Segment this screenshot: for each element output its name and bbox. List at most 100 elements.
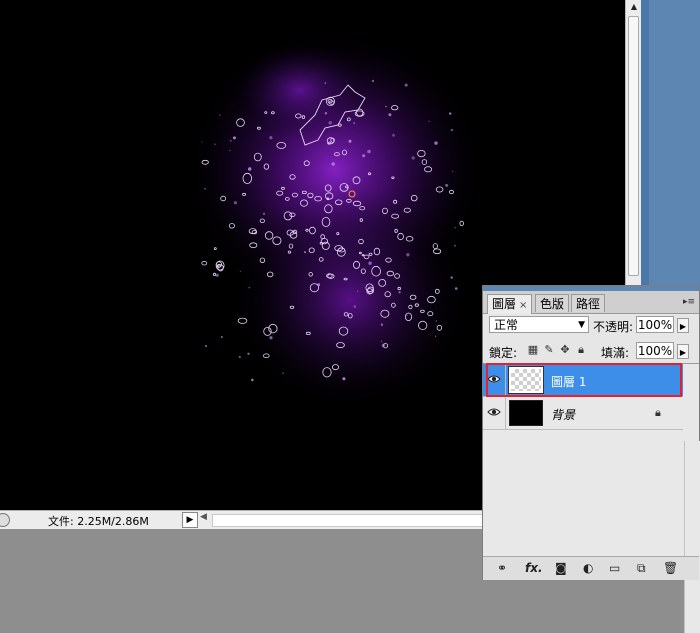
visibility-toggle[interactable] [483,397,506,429]
document-size-info[interactable]: 文件: 2.25M/2.86M [48,513,149,529]
layer-row-background[interactable]: 背景 🔒︎ [483,397,683,430]
sparkle-dot [406,314,408,316]
sparkle-dot [317,283,321,287]
close-icon[interactable]: × [519,300,527,311]
sparkle-outline [212,272,216,276]
sparkle-dot [449,112,452,115]
tab-label: 色版 [540,297,565,311]
panel-bottom-toolbar: ⚭ fx. ◙ ◐ ▭ ⧉ 🗑︎ [483,556,699,580]
fx-icon[interactable]: fx. [525,561,543,575]
blend-mode-select[interactable]: 正常 ▼ [489,316,589,333]
mask-icon[interactable]: ◙ [555,561,567,575]
layers-panel: 圖層 × 色版 路徑 ▸≡ 正常 ▼ 不透明: 100% ▶ 鎖定: ▦ ✎ ✥ … [482,285,700,633]
eye-icon [487,375,501,383]
layer-name[interactable]: 圖層 1 [551,373,586,390]
blend-mode-value: 正常 [494,318,519,332]
sparkle-dot [371,79,375,83]
visibility-toggle[interactable] [483,364,506,396]
lock-image-pixels-icon[interactable]: ✎ [543,343,555,356]
scroll-thumb[interactable] [628,16,639,276]
sparkle-dot [445,184,448,187]
group-folder-icon[interactable]: ▭ [609,561,620,575]
sparkle-dot [220,336,223,338]
layer-thumbnail[interactable] [508,366,544,394]
sparkle-dot [368,261,372,265]
sparkle-dot [353,305,357,308]
opacity-slider-arrow-icon[interactable]: ▶ [677,318,689,333]
tab-channels[interactable]: 色版 [535,294,570,312]
tab-label: 路徑 [576,297,601,311]
sparkle-dot [204,188,206,190]
opacity-label: 不透明: [593,320,634,334]
lock-position-icon[interactable]: ✥ [559,343,571,356]
lock-icon: 🔒︎ [655,406,661,419]
sparkle-dot [356,290,359,292]
status-bar: 文件: 2.25M/2.86M ▶ ◀ [0,510,484,529]
layer-list: 圖層 1 背景 🔒︎ [483,363,700,633]
sparkle-dot [251,378,254,382]
status-menu-arrow-icon[interactable]: ▶ [182,512,198,528]
sparkle-dot [229,139,232,142]
panel-tabs: 圖層 × 色版 路徑 ▸≡ [483,291,699,314]
blend-row: 正常 ▼ 不透明: 100% ▶ [483,314,699,338]
layer-name[interactable]: 背景 [551,406,575,423]
sparkle-dot [454,227,456,229]
layer-list-scrollbar[interactable] [684,441,700,633]
sparkle-dot [214,143,216,145]
sparkle-dot [331,162,335,166]
sparkle-dot [328,121,332,125]
sparkle-dot [304,251,306,254]
tab-paths[interactable]: 路徑 [571,294,606,312]
sparkle-dot [367,149,371,154]
sparkle-dot [342,377,346,381]
scroll-up-icon[interactable]: ▲ [626,0,642,14]
opacity-field[interactable]: 100% [636,316,674,333]
sparkle-dot [232,136,236,140]
workspace-background [649,0,700,290]
trash-icon[interactable]: 🗑︎ [663,561,678,575]
sparkle-dot [215,273,219,277]
sparkle-dot [282,372,284,374]
sparkle-dot [348,139,352,143]
layer-row-1[interactable]: 圖層 1 [483,364,683,397]
link-icon[interactable]: ⚭ [497,561,507,575]
sparkle-dot [406,253,410,257]
sparkle-dot [450,128,454,132]
fill-slider-arrow-icon[interactable]: ▶ [677,344,689,359]
sparkle-dot [385,105,387,108]
panel-menu-icon[interactable]: ▸≡ [683,297,695,307]
sparkle-dot [453,244,456,247]
lock-all-icon[interactable]: 🔒︎ [575,343,587,356]
sparkle-dot [380,323,384,326]
new-layer-icon[interactable]: ⧉ [637,561,646,575]
sparkle-dot [380,340,383,342]
sparkle-dot [454,287,458,290]
sparkle-dot [269,336,273,340]
fill-label: 填滿: [601,346,630,360]
lock-transparent-pixels-icon[interactable]: ▦ [527,343,539,356]
sparkle-dot [238,355,241,359]
sparkle-dot [233,201,237,205]
sparkle-dot [324,82,327,84]
horizontal-scrollbar[interactable] [212,514,484,527]
sparkle-dot [248,167,252,171]
zoom-icon[interactable] [0,513,10,527]
sparkle-dot [353,122,356,124]
sparkle-dot [411,156,415,160]
sparkle-dot [362,154,366,158]
sparkle-dot [219,114,221,116]
sparkle-dot [324,112,328,115]
workspace-background [0,529,482,580]
sparkle-dot [263,212,265,215]
layer-thumbnail[interactable] [509,400,543,426]
adjustment-icon[interactable]: ◐ [583,561,593,575]
sparkle-dot [434,335,437,337]
sparkle-dot [381,343,386,348]
tab-layers[interactable]: 圖層 × [487,294,533,314]
sparkle-dot [201,141,203,143]
sparkle-dot [452,170,454,173]
chevron-down-icon: ▼ [578,320,585,330]
fill-field[interactable]: 100% [636,342,674,359]
scroll-left-icon[interactable]: ◀ [200,512,207,522]
sparkle-dot [269,136,273,140]
